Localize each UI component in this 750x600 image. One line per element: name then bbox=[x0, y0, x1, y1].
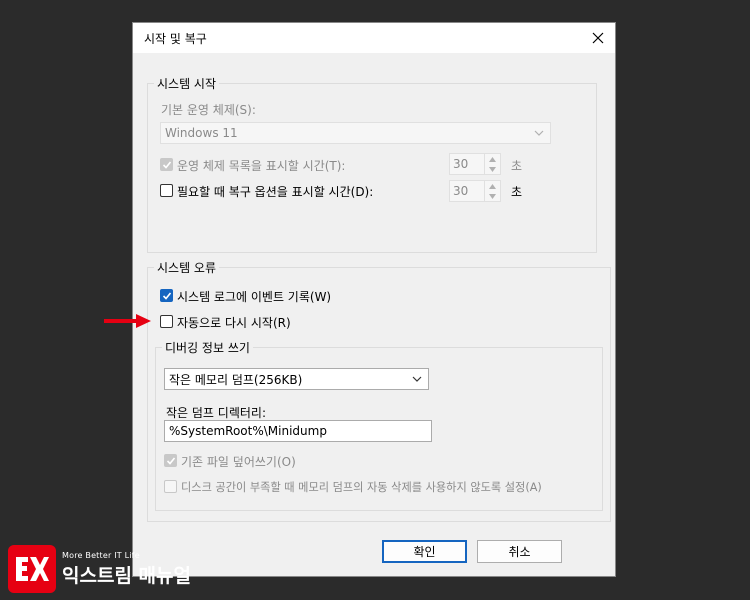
os-list-time-label: 운영 체제 목록을 표시할 시간(T): bbox=[177, 159, 346, 173]
logo-name: 익스트림 매뉴얼 bbox=[62, 564, 191, 587]
spin-down-icon[interactable] bbox=[485, 191, 500, 201]
spin-down-icon[interactable] bbox=[485, 164, 500, 174]
system-startup-legend: 시스템 시작 bbox=[157, 77, 217, 91]
os-list-time-value: 30 bbox=[453, 157, 469, 171]
spin-up-icon[interactable] bbox=[485, 181, 500, 191]
dump-type-select[interactable]: 작은 메모리 덤프(256KB) bbox=[164, 368, 429, 390]
dump-type-value: 작은 메모리 덤프(256KB) bbox=[169, 372, 303, 387]
overwrite-checkbox[interactable] bbox=[164, 454, 177, 467]
logo-tagline: More Better IT Life bbox=[62, 550, 140, 560]
os-list-time-spinner[interactable]: 30 bbox=[449, 153, 501, 175]
system-failure-legend: 시스템 오류 bbox=[157, 261, 217, 275]
dump-dir-input[interactable]: %SystemRoot%\Minidump bbox=[164, 420, 432, 442]
dialog-title: 시작 및 복구 bbox=[144, 32, 207, 46]
auto-restart-label: 자동으로 다시 시작(R) bbox=[177, 316, 291, 330]
startup-recovery-dialog: 시작 및 복구 시스템 시작 기본 운영 체제(S): Windows 11 운… bbox=[132, 22, 616, 577]
os-list-time-unit: 초 bbox=[511, 159, 523, 173]
recovery-time-value: 30 bbox=[453, 184, 469, 198]
watermark-logo: More Better IT Life 익스트림 매뉴얼 bbox=[8, 545, 191, 593]
spin-up-icon[interactable] bbox=[485, 154, 500, 164]
default-os-select[interactable]: Windows 11 bbox=[160, 122, 551, 144]
recovery-time-label: 필요할 때 복구 옵션을 표시할 시간(D): bbox=[177, 185, 374, 199]
dump-dir-value: %SystemRoot%\Minidump bbox=[169, 424, 327, 438]
chevron-down-icon bbox=[534, 127, 544, 141]
cancel-button[interactable]: 취소 bbox=[477, 540, 562, 563]
recovery-time-checkbox[interactable] bbox=[160, 184, 173, 197]
dump-dir-label: 작은 덤프 디렉터리: bbox=[166, 406, 266, 420]
recovery-time-spinner[interactable]: 30 bbox=[449, 180, 501, 202]
write-event-checkbox[interactable] bbox=[160, 289, 173, 302]
disable-autodelete-label: 디스크 공간이 부족할 때 메모리 덤프의 자동 삭제를 사용하지 않도록 설정… bbox=[181, 481, 542, 494]
overwrite-label: 기존 파일 덮어쓰기(O) bbox=[181, 455, 296, 469]
title-bar: 시작 및 복구 bbox=[133, 23, 615, 53]
logo-icon bbox=[8, 545, 56, 593]
auto-restart-checkbox[interactable] bbox=[160, 315, 173, 328]
close-icon[interactable] bbox=[589, 29, 607, 47]
debug-info-legend: 디버깅 정보 쓰기 bbox=[165, 341, 250, 355]
ok-button[interactable]: 확인 bbox=[382, 540, 467, 563]
os-list-time-checkbox[interactable] bbox=[160, 158, 173, 171]
annotation-arrow-icon bbox=[104, 314, 151, 328]
write-event-label: 시스템 로그에 이벤트 기록(W) bbox=[177, 290, 332, 304]
recovery-time-unit: 초 bbox=[511, 185, 523, 199]
chevron-down-icon bbox=[412, 373, 422, 387]
default-os-value: Windows 11 bbox=[165, 126, 238, 140]
default-os-label: 기본 운영 체제(S): bbox=[161, 103, 256, 117]
disable-autodelete-checkbox[interactable] bbox=[164, 480, 177, 493]
